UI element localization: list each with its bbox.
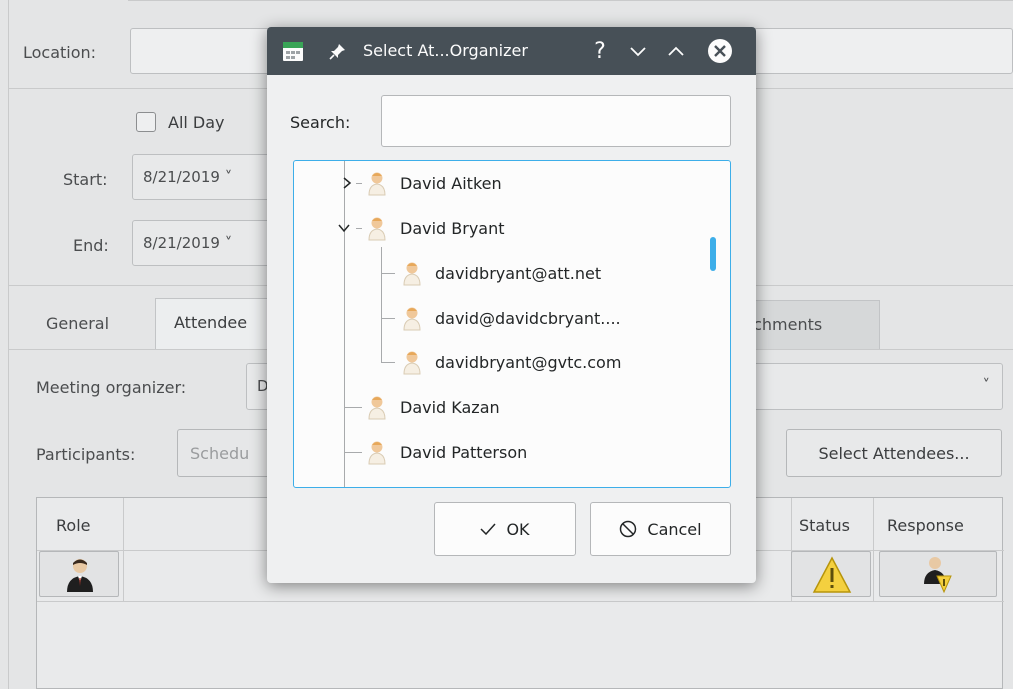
status-button[interactable] bbox=[791, 551, 871, 597]
meeting-organizer-label: Meeting organizer: bbox=[36, 378, 187, 397]
warning-icon bbox=[812, 556, 852, 593]
divider bbox=[128, 0, 1013, 1]
tree-item-label: David Bryant bbox=[400, 218, 505, 238]
chevron-down-icon[interactable] bbox=[337, 221, 351, 235]
tab-general[interactable]: General bbox=[46, 300, 109, 350]
tree-scrollbar-handle[interactable] bbox=[710, 237, 716, 271]
cancel-label: Cancel bbox=[647, 519, 702, 539]
tree-item-david-aitken[interactable]: David Aitken bbox=[366, 163, 502, 203]
contact-icon bbox=[368, 217, 386, 241]
contact-icon bbox=[403, 307, 421, 331]
help-button[interactable]: ? bbox=[585, 35, 615, 67]
tree-guide-line bbox=[381, 318, 395, 319]
end-date-value: 8/21/2019 bbox=[143, 234, 220, 252]
dialog-title: Select At...Organizer bbox=[363, 41, 528, 60]
divider bbox=[37, 601, 1004, 602]
contact-icon bbox=[368, 396, 386, 420]
schedule-button-label: Schedu bbox=[190, 444, 250, 463]
tree-item-email-davidcbryant[interactable]: david@davidcbryant.... bbox=[401, 298, 621, 338]
contact-icon bbox=[403, 351, 421, 375]
tree-item-label: David Kazan bbox=[400, 397, 500, 417]
tree-guide-line bbox=[381, 273, 395, 274]
end-label: End: bbox=[73, 236, 109, 255]
tree-guide-line bbox=[344, 452, 362, 453]
help-icon: ? bbox=[594, 38, 606, 64]
close-button[interactable] bbox=[705, 35, 735, 67]
tree-guide-line bbox=[356, 228, 362, 229]
tree-item-email-gvtc[interactable]: davidbryant@gvtc.com bbox=[401, 342, 621, 382]
tree-item-david-bryant[interactable]: David Bryant bbox=[366, 208, 505, 248]
select-organizer-dialog: Select At...Organizer ? Search: David Ai… bbox=[267, 27, 756, 583]
close-icon bbox=[708, 39, 732, 63]
table-header-role[interactable]: Role bbox=[56, 516, 90, 535]
pin-icon[interactable] bbox=[329, 42, 347, 60]
contact-icon bbox=[403, 262, 421, 286]
tree-guide-line bbox=[344, 407, 362, 408]
tree-guide-line bbox=[344, 161, 345, 487]
chevron-down-icon bbox=[630, 47, 646, 57]
ok-label: OK bbox=[506, 519, 530, 539]
contact-icon bbox=[368, 441, 386, 465]
table-header-status[interactable]: Status bbox=[799, 516, 850, 535]
start-label: Start: bbox=[63, 170, 108, 189]
tree-item-email-att[interactable]: davidbryant@att.net bbox=[401, 253, 601, 293]
dialog-titlebar[interactable]: Select At...Organizer ? bbox=[267, 27, 756, 75]
select-attendees-label: Select Attendees... bbox=[818, 444, 970, 463]
tree-guide-line bbox=[356, 183, 362, 184]
tab-attendees-label: Attendee bbox=[174, 313, 248, 332]
tree-item-label: David Aitken bbox=[400, 173, 502, 193]
contact-tree[interactable]: David Aitken David Bryant davidbryant@at… bbox=[293, 160, 731, 488]
chevron-down-icon: ˅ bbox=[982, 376, 991, 394]
divider bbox=[8, 0, 9, 689]
person-question-icon bbox=[924, 557, 952, 594]
ok-button[interactable]: OK bbox=[434, 502, 576, 556]
person-icon bbox=[67, 559, 93, 592]
minimize-button[interactable] bbox=[623, 35, 653, 67]
checkmark-icon bbox=[480, 523, 497, 535]
start-date-value: 8/21/2019 bbox=[143, 168, 220, 186]
tree-guide-line bbox=[381, 247, 382, 362]
location-label: Location: bbox=[23, 43, 97, 62]
cancel-icon bbox=[620, 520, 637, 538]
tree-item-david-patterson[interactable]: David Patterson bbox=[366, 432, 527, 472]
tree-item-label: davidbryant@att.net bbox=[435, 263, 602, 283]
response-button[interactable] bbox=[879, 551, 997, 597]
contact-icon bbox=[368, 172, 386, 196]
tree-item-label: davidbryant@gvtc.com bbox=[435, 352, 622, 372]
search-label: Search: bbox=[290, 113, 351, 132]
tree-item-label: David Patterson bbox=[400, 442, 528, 462]
maximize-button[interactable] bbox=[661, 35, 691, 67]
all-day-checkbox[interactable] bbox=[136, 112, 156, 132]
all-day-label: All Day bbox=[168, 113, 225, 132]
role-button[interactable] bbox=[39, 551, 119, 597]
calendar-app-icon bbox=[283, 42, 303, 61]
participants-label: Participants: bbox=[36, 445, 136, 464]
table-header-response[interactable]: Response bbox=[887, 516, 964, 535]
chevron-up-icon bbox=[668, 46, 684, 56]
select-attendees-button[interactable]: Select Attendees... bbox=[786, 429, 1002, 477]
chevron-right-icon[interactable] bbox=[340, 176, 354, 190]
search-input[interactable] bbox=[381, 95, 731, 147]
tree-guide-line bbox=[381, 362, 395, 363]
cancel-button[interactable]: Cancel bbox=[590, 502, 731, 556]
tree-item-label: david@davidcbryant.... bbox=[435, 308, 621, 328]
tree-item-david-kazan[interactable]: David Kazan bbox=[366, 387, 500, 427]
